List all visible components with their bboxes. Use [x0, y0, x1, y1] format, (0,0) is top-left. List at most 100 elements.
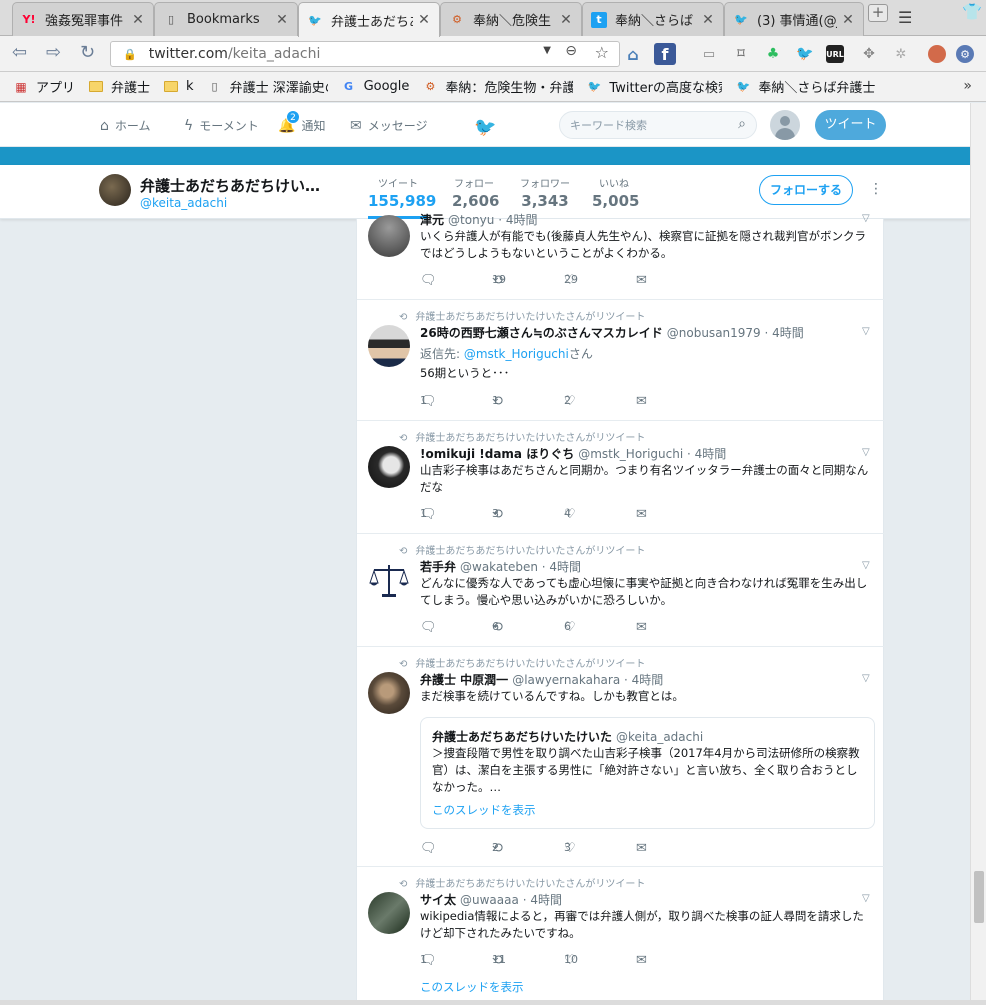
tweet-author-handle[interactable]: @nobusan1979 — [667, 326, 761, 340]
bookmark-star-icon[interactable]: ☆ — [595, 43, 609, 62]
bookmark-twitter[interactable]: 🐦 奉納＼さらば弁護士 — [736, 77, 876, 96]
search-icon[interactable]: ⌕ — [738, 116, 746, 132]
tweet-time[interactable]: · 4時間 — [624, 673, 663, 687]
profile-name[interactable]: 弁護士あだちあだちけい… — [140, 175, 320, 196]
forward-arrow-icon[interactable]: ⇨ — [46, 44, 61, 62]
tweet-button[interactable]: ツイート — [815, 110, 886, 140]
chevron-down-icon[interactable]: ▽ — [862, 893, 870, 904]
tweet-avatar[interactable] — [368, 325, 410, 367]
back-arrow-icon[interactable]: ⇦ — [12, 44, 27, 62]
dropdown-arrow-icon[interactable]: ▼ — [543, 45, 551, 56]
browser-tab[interactable]: 🐦 (3) 事情通(@J ✕ — [724, 2, 864, 36]
twitter-extension-icon[interactable]: 🐦 — [796, 45, 814, 63]
chevron-right-icon[interactable]: » — [963, 78, 972, 94]
facebook-icon[interactable]: f — [654, 43, 676, 65]
browser-tab[interactable]: t 奉納＼さらば ✕ — [582, 2, 724, 36]
close-icon[interactable]: ✕ — [701, 12, 715, 28]
tweet-author-name[interactable]: 若手弁 — [420, 560, 456, 574]
tweet-time[interactable]: · 4時間 — [542, 560, 581, 574]
browser-tab-active[interactable]: 🐦 弁護士あだちあ ✕ — [298, 2, 440, 37]
avatar-extension-icon[interactable] — [928, 45, 946, 63]
search-input[interactable]: キーワード検索 ⌕ — [559, 111, 757, 139]
chevron-down-icon[interactable]: ▽ — [862, 447, 870, 458]
user-profile-icon[interactable]: 👕 — [962, 2, 982, 21]
close-icon[interactable]: ✕ — [417, 12, 431, 28]
tweet-time[interactable]: · 4時間 — [765, 326, 804, 340]
quoted-tweet[interactable]: 弁護士あだちあだちけいたけいた @keita_adachi ＞捜査段階で男性を取り… — [420, 717, 875, 829]
menu-icon[interactable]: ☰ — [898, 8, 912, 27]
more-options-icon[interactable]: ⋮ — [869, 181, 883, 197]
bookmark-folder[interactable]: k — [164, 79, 194, 94]
twitter-logo-icon[interactable]: 🐦 — [474, 117, 496, 138]
tweet-author-name[interactable]: サイ太 — [420, 893, 456, 907]
browser-tab[interactable]: Y! 強姦冤罪事件 ✕ — [12, 2, 154, 36]
show-thread-link[interactable]: このスレッドを表示 — [432, 802, 536, 818]
bookmark-hono[interactable]: ⚙ 奉納：危険生物・弁護 — [423, 77, 573, 96]
url-shortener-icon[interactable]: URL — [826, 45, 844, 63]
tweet[interactable]: ⟲ 弁護士あだちあだちけいたけいたさんがリツイート !omikuji !dama … — [357, 421, 885, 534]
bookmark-google[interactable]: G Google — [342, 79, 409, 94]
tweet-time[interactable]: · 4時間 — [498, 213, 537, 227]
move-icon[interactable]: ✥ — [860, 45, 878, 63]
settings-extension-icon[interactable]: ⚙ — [956, 45, 974, 63]
tweet[interactable]: ⟲ 弁護士あだちあだちけいたけいたさんがリツイート 若手弁 @wakateben ·… — [357, 534, 885, 647]
close-icon[interactable]: ✕ — [841, 12, 855, 28]
tweet[interactable]: ⟲ 弁護士あだちあだちけいたけいたさんがリツイート 26時の西野七瀬さん≒のぶさん… — [357, 300, 885, 421]
bookmark-page[interactable]: ▯ 弁護士 深澤諭史の — [208, 77, 328, 96]
tweet-author-name[interactable]: !omikuji !dama ほりぐち — [420, 447, 574, 461]
chevron-down-icon[interactable]: ▽ — [862, 560, 870, 571]
scales-of-justice-avatar[interactable] — [368, 559, 410, 601]
close-icon[interactable]: ✕ — [275, 12, 289, 28]
tweet-author-handle[interactable]: @tonyu — [448, 213, 494, 227]
chevron-down-icon[interactable]: ▽ — [862, 326, 870, 337]
extension-icon[interactable]: ▭ — [700, 45, 718, 63]
new-tab-button[interactable]: + — [868, 4, 888, 22]
address-bar[interactable]: 🔒 twitter.com/keita_adachi ▼ ⊖ ☆ — [110, 41, 620, 67]
tweet-avatar[interactable] — [368, 446, 410, 488]
tweet-time[interactable]: · 4時間 — [523, 893, 562, 907]
profile-avatar[interactable] — [99, 174, 131, 206]
bookmark-label: アプリ — [36, 81, 76, 96]
page-scrollbar[interactable] — [970, 103, 986, 1000]
nav-messages[interactable]: ✉ メッセージ — [350, 117, 428, 134]
tweet-time[interactable]: · 4時間 — [687, 447, 726, 461]
nav-moments[interactable]: ϟ モーメント — [184, 117, 259, 134]
nav-home[interactable]: ⌂ ホーム — [100, 117, 151, 134]
tweet-avatar[interactable] — [368, 215, 410, 257]
extension-icon[interactable]: ✲ — [892, 45, 910, 63]
like-count: 4 — [564, 507, 571, 520]
tweet-author-name[interactable]: 津元 — [420, 213, 444, 227]
reload-icon[interactable]: ↻ — [80, 44, 95, 62]
chevron-down-icon[interactable]: ▽ — [862, 673, 870, 684]
tweet-text: 山吉彩子検事はあだちさんと同期か。つまり有名ツイッタラー弁護士の面々と同期なんだ… — [420, 463, 869, 494]
home-icon[interactable]: ⌂ — [624, 45, 642, 64]
bookmark-folder[interactable]: 弁護士 — [89, 77, 150, 96]
tweet-author-handle[interactable]: @lawyernakahara — [512, 673, 620, 687]
browser-tab[interactable]: ⚙ 奉納＼危険生 ✕ — [440, 2, 582, 36]
evernote-icon[interactable]: ♣ — [764, 45, 782, 63]
tweet[interactable]: ⟲ 弁護士あだちあだちけいたけいたさんがリツイート 弁護士 中原潤一 @lawyer… — [357, 647, 885, 867]
bookmark-twitter-search[interactable]: 🐦 Twitterの高度な検索 — [587, 77, 723, 96]
close-icon[interactable]: ✕ — [131, 12, 145, 28]
tweet-avatar[interactable] — [368, 672, 410, 714]
tweet-avatar[interactable] — [368, 892, 410, 934]
bookmark-apps[interactable]: ▦ アプリ — [14, 77, 76, 97]
scrollbar-thumb[interactable] — [974, 871, 984, 923]
chevron-down-icon[interactable]: ▽ — [862, 213, 870, 224]
tweet-author-handle[interactable]: @uwaaaa — [460, 893, 519, 907]
nav-notifications[interactable]: 🔔 2 通知 — [278, 109, 325, 134]
tweet-author-handle[interactable]: @mstk_Horiguchi — [578, 447, 683, 461]
tweet[interactable]: ⟲ 弁護士あだちあだちけいたけいたさんがリツイート サイ太 @uwaaaa · 4時… — [357, 867, 885, 1000]
profile-handle[interactable]: @keita_adachi — [140, 196, 227, 210]
tweet-author-handle[interactable]: @wakateben — [460, 560, 538, 574]
show-thread-link[interactable]: このスレッドを表示 — [420, 979, 524, 995]
tweet[interactable]: 津元 @tonyu · 4時間 ▽ いくら弁護人が有能でも(後藤貞人先生やん)、検… — [357, 199, 885, 300]
tweet-author-name[interactable]: 弁護士 中原潤一 — [420, 673, 508, 687]
browser-tab[interactable]: ▯ Bookmarks ✕ — [154, 2, 298, 36]
zoom-icon[interactable]: ⊖ — [565, 43, 577, 59]
bookmark-list-icon[interactable]: ⌑ — [732, 45, 750, 63]
user-avatar[interactable] — [770, 110, 800, 140]
tweet-author-name[interactable]: 26時の西野七瀬さん≒のぶさんマスカレイド — [420, 326, 663, 340]
close-icon[interactable]: ✕ — [559, 12, 573, 28]
reply-to-handle[interactable]: @mstk_Horiguchi — [464, 347, 569, 361]
